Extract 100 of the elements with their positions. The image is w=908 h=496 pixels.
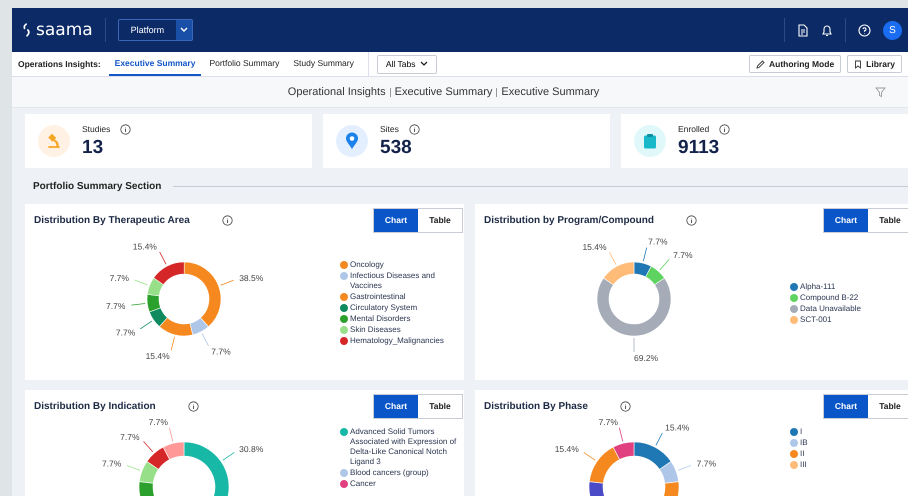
data-label: 7.7% — [148, 419, 168, 427]
chevron-down-icon — [420, 61, 428, 67]
document-icon[interactable] — [797, 24, 809, 36]
leader-line — [202, 333, 209, 346]
all-tabs-dropdown[interactable]: All Tabs — [376, 54, 438, 74]
platform-dropdown[interactable]: Platform — [118, 19, 194, 41]
bookmark-icon — [854, 60, 862, 68]
legend-label: Alpha-111 — [800, 282, 836, 292]
kpi-label: Sites — [380, 124, 399, 134]
leader-line — [655, 432, 663, 446]
data-label: 7.7% — [598, 419, 618, 427]
legend-label: Gastrointestinal — [350, 292, 406, 302]
leader-line — [159, 252, 166, 265]
view-toggle[interactable]: Chart — [374, 208, 418, 232]
clipboard-icon — [643, 133, 657, 149]
library-button[interactable]: Library — [847, 55, 902, 73]
nav-tab[interactable]: Study Summary — [287, 52, 360, 76]
legend-label: Advanced Solid Tumors Associated with Expression of Delta-Like Canonical Notch Ligand 3 — [350, 427, 458, 467]
legend-label: Mental Disorders — [350, 314, 410, 324]
data-label: 7.7% — [120, 432, 140, 442]
legend-label: I — [800, 427, 802, 437]
data-label: 30.8% — [239, 444, 264, 454]
donut-slice — [146, 294, 161, 312]
legend-label: Oncology — [350, 260, 384, 270]
legend-label: Compound B-22 — [800, 292, 858, 302]
breadcrumb-item: Executive Summary — [394, 86, 492, 98]
info-icon[interactable] — [408, 124, 420, 134]
leader-line — [130, 303, 146, 306]
view-toggle[interactable]: Chart — [824, 394, 868, 418]
leader-line — [642, 247, 648, 262]
leader-line — [140, 320, 152, 330]
pencil-icon — [756, 60, 766, 68]
filter-icon[interactable] — [875, 86, 886, 98]
info-icon[interactable] — [719, 124, 730, 134]
chart-title: Distribution by Program/Compound — [484, 214, 654, 226]
kpi-value: 13 — [82, 136, 104, 158]
info-icon[interactable] — [620, 400, 631, 412]
leader-line — [659, 258, 670, 270]
view-toggle[interactable]: Chart — [374, 394, 418, 418]
section-title: Portfolio Summary Section — [33, 180, 162, 192]
breadcrumb-item: Operational Insights — [288, 86, 386, 98]
leader-line — [618, 427, 624, 442]
data-label: 7.7% — [102, 458, 122, 468]
logo-icon — [22, 22, 32, 38]
data-label: 15.4% — [554, 444, 579, 454]
legend-label: Infectious Diseases and Vaccines — [350, 271, 436, 291]
info-icon[interactable] — [120, 124, 132, 134]
data-label: 7.7% — [648, 236, 668, 247]
data-label: 7.7% — [696, 458, 716, 468]
leader-line — [126, 465, 140, 471]
data-label: 7.7% — [116, 327, 136, 338]
leader-line — [608, 252, 616, 265]
info-icon[interactable] — [686, 214, 697, 226]
nav-label: Operations Insights: — [18, 59, 101, 69]
data-label: 69.2% — [634, 353, 658, 363]
breadcrumb-item: Executive Summary — [501, 86, 600, 98]
leader-line — [143, 440, 154, 452]
legend-label: Hematology_Malignancies — [350, 336, 444, 346]
data-label: 15.4% — [132, 242, 157, 252]
logo[interactable]: saama — [22, 20, 93, 40]
data-label: 7.7% — [673, 250, 693, 260]
info-icon[interactable] — [188, 400, 199, 412]
nav-tab[interactable]: Portfolio Summary — [203, 52, 286, 76]
legend-label: Circulatory System — [350, 303, 418, 313]
user-avatar[interactable]: S — [883, 20, 902, 40]
data-label: 7.7% — [106, 300, 126, 311]
kpi-label: Enrolled — [678, 124, 710, 134]
data-label: 15.4% — [146, 351, 170, 362]
legend-label: SCT-001 — [800, 314, 832, 324]
kpi-value: 538 — [380, 136, 413, 158]
leader-line — [220, 280, 234, 286]
legend-label: Blood cancers (group) — [350, 468, 429, 478]
map-pin-icon — [345, 132, 359, 150]
legend-label: Cancer — [350, 479, 376, 489]
legend-label: III — [800, 460, 807, 470]
legend-label: Skin Diseases — [350, 325, 401, 335]
legend-label: Data Unavailable — [800, 304, 861, 314]
data-label: 7.7% — [110, 272, 129, 283]
bell-icon[interactable] — [821, 24, 833, 36]
leader-line — [168, 427, 174, 442]
leader-line — [170, 336, 175, 351]
info-icon[interactable] — [222, 214, 233, 226]
leader-line — [583, 452, 596, 461]
kpi-label: Studies — [82, 124, 110, 134]
help-icon[interactable] — [858, 24, 871, 36]
chevron-down-icon — [180, 27, 188, 33]
data-label: 15.4% — [582, 242, 607, 252]
leader-line — [222, 452, 235, 461]
view-toggle[interactable]: Chart — [824, 208, 868, 232]
kpi-value: 9113 — [678, 136, 720, 158]
leader-line — [134, 280, 148, 286]
chart-title: Distribution By Therapeutic Area — [34, 214, 190, 226]
chart-title: Distribution By Phase — [484, 400, 588, 412]
data-label: 7.7% — [211, 346, 231, 356]
legend-label: IB — [800, 438, 808, 448]
data-label: 38.5% — [239, 273, 264, 284]
leader-line — [678, 465, 692, 471]
legend-label: II — [800, 449, 804, 459]
authoring-mode-button[interactable]: Authoring Mode — [749, 55, 842, 73]
logo-text: saama — [36, 20, 93, 40]
